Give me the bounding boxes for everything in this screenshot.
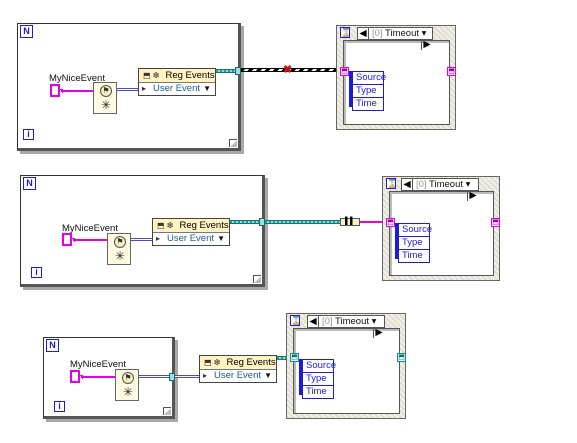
create-user-event-node[interactable]: ⚑ ✳ xyxy=(93,82,117,114)
input-arrow-icon: ▸ xyxy=(156,234,161,243)
resize-corner[interactable] xyxy=(253,275,261,283)
resize-corner[interactable] xyxy=(163,407,171,415)
event-data-node[interactable]: Source Type Time xyxy=(398,223,432,263)
event-data-source[interactable]: Source xyxy=(303,360,336,373)
event-icon: ⚑ xyxy=(122,372,134,384)
reg-events-input: User Event xyxy=(214,370,261,381)
event-name-control[interactable] xyxy=(70,370,83,383)
string-wire xyxy=(73,239,107,241)
reg-events-input: User Event xyxy=(167,233,214,244)
timeout-terminal-icon[interactable]: ⌛ xyxy=(386,178,397,189)
string-wire xyxy=(61,90,93,92)
star-icon: ✳ xyxy=(100,98,112,112)
broken-wire-x-icon[interactable]: ✖ xyxy=(283,65,292,76)
next-case-icon[interactable]: ▶ xyxy=(373,327,384,338)
dropdown-icon[interactable]: ▼ xyxy=(264,370,272,382)
input-arrow-icon: ▸ xyxy=(203,371,208,380)
case-selector[interactable]: ◀ [0] Timeout ▾ ▶ xyxy=(357,27,433,50)
case-selector[interactable]: ◀ [0] Timeout ▾ ▶ xyxy=(307,315,385,338)
event-icon: ⚑ xyxy=(114,236,126,248)
star-icon: ✳ xyxy=(114,249,126,263)
event-data-type[interactable]: Type xyxy=(303,373,333,386)
resize-corner[interactable] xyxy=(229,139,237,147)
event-name-control[interactable] xyxy=(62,233,75,246)
reg-events-label: Reg Events xyxy=(226,357,276,368)
create-user-event-node[interactable]: ⚑ ✳ xyxy=(107,233,131,265)
input-arrow-icon: ▸ xyxy=(142,84,147,93)
create-user-event-node[interactable]: ⚑ ✳ xyxy=(115,369,139,401)
event-refnum-wire-out xyxy=(175,375,199,378)
loop-iteration-terminal[interactable]: i xyxy=(31,267,42,278)
reg-events-input: User Event xyxy=(153,83,200,94)
loop-count-terminal[interactable]: N xyxy=(20,25,33,38)
registration-wire xyxy=(230,220,260,224)
event-data-time[interactable]: Time xyxy=(303,386,333,398)
reg-events-label: Reg Events xyxy=(179,220,229,231)
next-case-icon[interactable]: ▶ xyxy=(467,190,478,201)
coercion-node[interactable]: ▌▌ xyxy=(340,218,360,226)
event-structure[interactable]: ⌛ ◀ [0] Timeout ▾ ▶ ⬒ ⬒ Source Type Time xyxy=(286,313,406,419)
dropdown-icon[interactable]: ▼ xyxy=(217,233,225,245)
timeout-terminal-icon[interactable]: ⌛ xyxy=(340,27,351,38)
dynamic-events-terminal-left[interactable]: ⬒ xyxy=(340,67,349,76)
dynamic-events-wire xyxy=(360,221,384,223)
dynamic-events-terminal-left[interactable]: ⬒ xyxy=(386,218,395,227)
for-loop[interactable]: N i xyxy=(43,337,175,419)
string-wire xyxy=(81,376,115,378)
event-name-control[interactable] xyxy=(50,84,63,97)
event-structure[interactable]: ⌛ ◀ [0] Timeout ▾ ▶ ⬒ ⬒ Source Type Time xyxy=(336,25,456,130)
event-refnum-wire xyxy=(117,88,138,91)
event-data-time[interactable]: Time xyxy=(399,250,429,262)
event-refnum-wire xyxy=(139,375,169,378)
dynamic-events-terminal-right[interactable]: ⬒ xyxy=(447,67,456,76)
reg-events-label: Reg Events xyxy=(165,70,215,81)
event-icon: ⚑ xyxy=(100,85,112,97)
dropdown-icon[interactable]: ▼ xyxy=(203,83,211,95)
case-selector[interactable]: ◀ [0] Timeout ▾ ▶ xyxy=(401,178,479,201)
registration-wire-out xyxy=(265,220,340,224)
event-data-type[interactable]: Type xyxy=(353,85,383,98)
register-icon: ⬒ ❇ xyxy=(143,71,160,80)
prev-case-icon[interactable]: ◀ xyxy=(358,28,369,39)
loop-count-terminal[interactable]: N xyxy=(23,177,36,190)
loop-iteration-terminal[interactable]: i xyxy=(54,401,65,412)
register-icon: ⬒ ❇ xyxy=(204,358,221,367)
register-icon: ⬒ ❇ xyxy=(157,221,174,230)
dynamic-events-terminal-left[interactable]: ⬒ xyxy=(290,353,299,362)
prev-case-icon[interactable]: ◀ xyxy=(308,316,319,327)
event-data-source[interactable]: Source xyxy=(399,224,432,237)
event-structure[interactable]: ⌛ ◀ [0] Timeout ▾ ▶ ⬒ ⬒ Source Type Time xyxy=(382,176,500,281)
event-data-time[interactable]: Time xyxy=(353,98,383,110)
loop-count-terminal[interactable]: N xyxy=(46,339,59,352)
dynamic-events-terminal-right[interactable]: ⬒ xyxy=(397,353,406,362)
event-data-type[interactable]: Type xyxy=(399,237,429,250)
star-icon: ✳ xyxy=(122,385,134,399)
timeout-terminal-icon[interactable]: ⌛ xyxy=(290,315,301,326)
prev-case-icon[interactable]: ◀ xyxy=(402,179,413,190)
register-events-node[interactable]: ⬒ ❇ Reg Events ▸ User Event ▼ xyxy=(138,68,216,96)
event-data-source[interactable]: Source xyxy=(353,72,386,85)
loop-iteration-terminal[interactable]: i xyxy=(23,129,34,140)
dynamic-events-terminal-right[interactable]: ⬒ xyxy=(491,218,500,227)
event-data-node[interactable]: Source Type Time xyxy=(302,359,336,399)
register-events-node[interactable]: ⬒ ❇ Reg Events ▸ User Event ▼ xyxy=(152,218,230,246)
event-data-node[interactable]: Source Type Time xyxy=(352,71,386,111)
event-refnum-wire xyxy=(131,238,152,241)
register-events-node[interactable]: ⬒ ❇ Reg Events ▸ User Event ▼ xyxy=(199,355,277,383)
next-case-icon[interactable]: ▶ xyxy=(421,39,432,50)
